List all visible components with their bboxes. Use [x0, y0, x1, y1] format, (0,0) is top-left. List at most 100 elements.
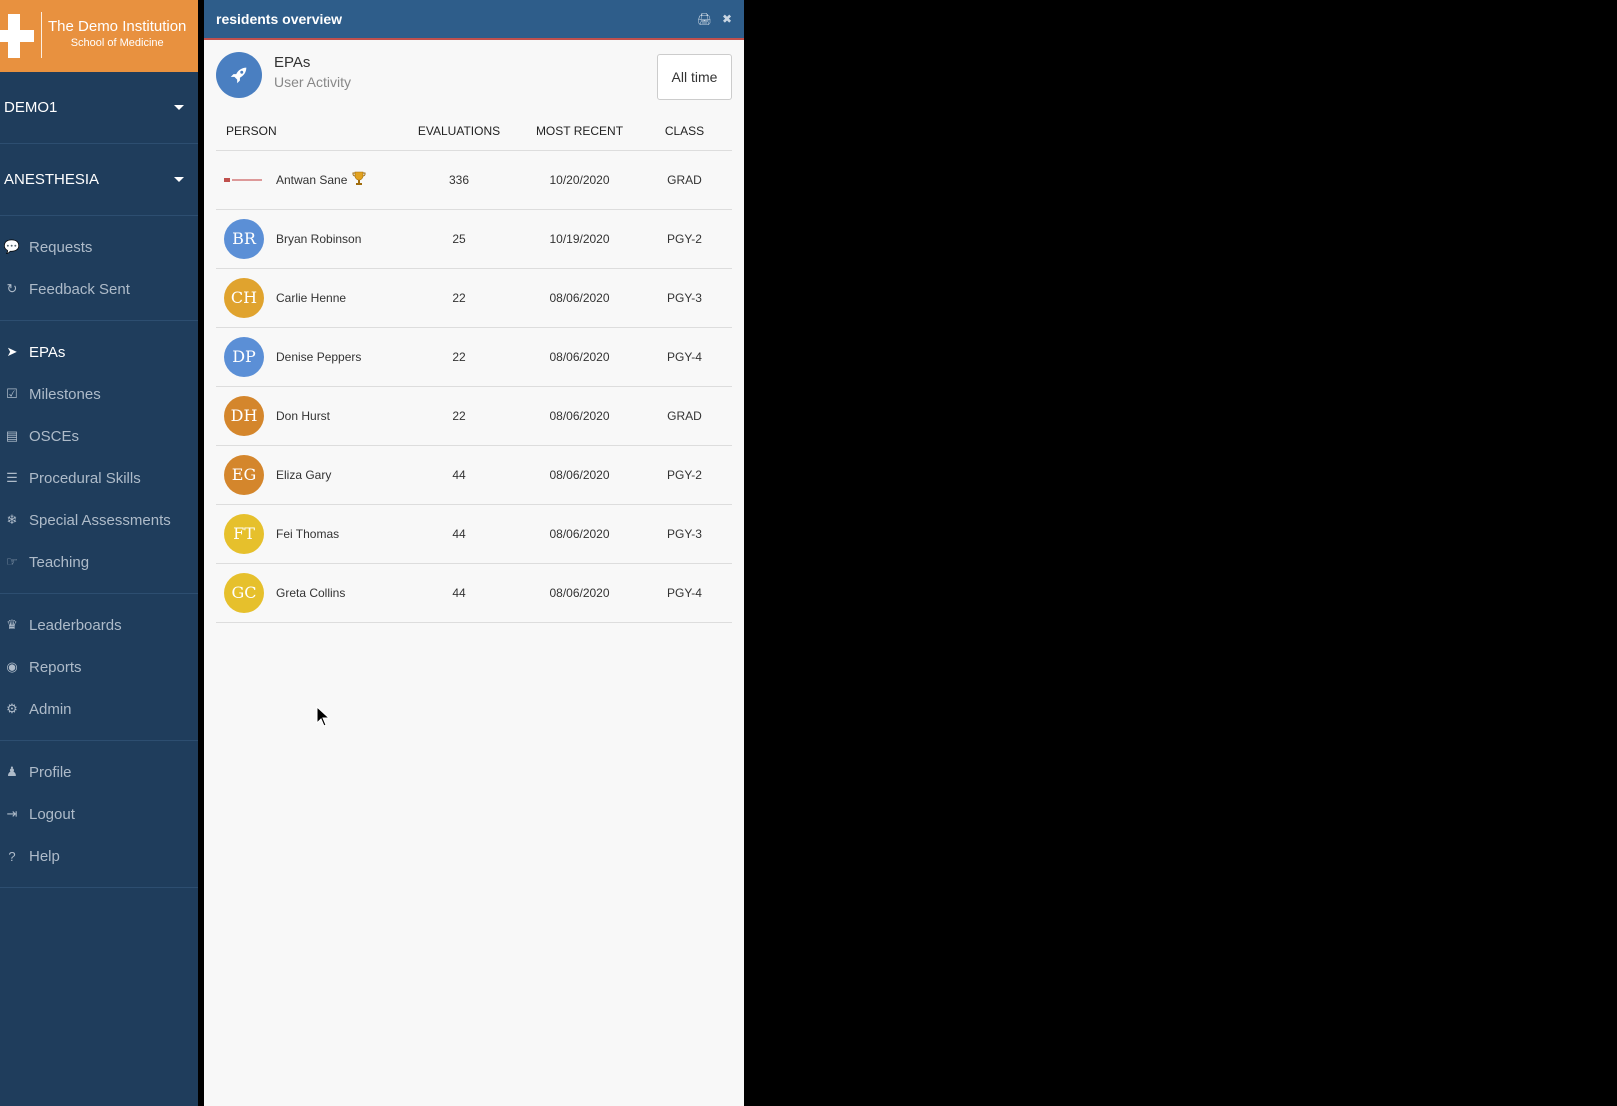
sign-out-icon: ⇥ — [6, 806, 18, 821]
sidebar-item-label: OSCEs — [29, 427, 80, 445]
person-name[interactable]: Eliza Gary — [276, 468, 331, 482]
table-row[interactable]: FT Fei Thomas 44 08/06/2020 PGY-3 — [216, 504, 732, 564]
sidebar-dropdown[interactable]: ANESTHESIA — [0, 144, 198, 216]
sidebar-item-label: EPAs — [29, 343, 66, 361]
hand-pointer-icon: ☞ — [6, 554, 18, 569]
table-row[interactable]: DH Don Hurst 22 08/06/2020 GRAD — [216, 386, 732, 446]
sidebar-item-teaching[interactable]: ☞ Teaching — [0, 541, 198, 583]
trophy-icon — [351, 170, 367, 189]
close-icon[interactable]: ✖ — [722, 12, 732, 26]
panel-title: residents overview — [216, 11, 343, 27]
sidebar-nav-group: ➤ EPAs ☑ Milestones ▤ OSCEs ☰ Procedural Skills… — [0, 321, 198, 594]
class-year: GRAD — [637, 150, 732, 210]
time-filter-button[interactable]: All time — [657, 54, 732, 100]
table-row[interactable]: GC Greta Collins 44 08/06/2020 PGY-4 — [216, 563, 732, 623]
sidebar-dropdown[interactable]: DEMO1 — [0, 72, 198, 144]
section-header: EPAs User Activity All time — [204, 40, 744, 112]
most-recent-date: 10/20/2020 — [522, 150, 637, 210]
person-name[interactable]: Don Hurst — [276, 409, 330, 423]
class-year: GRAD — [637, 386, 732, 446]
history-icon: ↻ — [6, 281, 18, 296]
avatar: DP — [224, 336, 264, 377]
most-recent-date: 08/06/2020 — [522, 327, 637, 387]
sidebar-item-profile[interactable]: ♟ Profile — [0, 751, 198, 793]
sidebar-item-label: Feedback Sent — [29, 280, 130, 298]
column-header-person[interactable]: PERSON — [216, 112, 396, 151]
sidebar-item-admin[interactable]: ⚙ Admin — [0, 688, 198, 730]
brand-name: The Demo Institution — [48, 18, 187, 35]
evaluations-count: 22 — [396, 268, 522, 328]
sidebar-item-leaderboards[interactable]: ♛ Leaderboards — [0, 604, 198, 646]
gear-icon: ⚙ — [6, 701, 18, 716]
class-year: PGY-4 — [637, 327, 732, 387]
person-name[interactable]: Bryan Robinson — [276, 232, 361, 246]
sidebar-nav-group: ♛ Leaderboards ◉ Reports ⚙ Admin — [0, 594, 198, 741]
sidebar-item-osces[interactable]: ▤ OSCEs — [0, 415, 198, 457]
print-icon[interactable]: 🖨 — [697, 12, 712, 26]
sidebar-item-epas[interactable]: ➤ EPAs — [0, 331, 198, 373]
trophy-icon: ♛ — [6, 617, 18, 632]
question-circle-icon: ? — [8, 848, 16, 864]
sidebar-item-label: Teaching — [29, 553, 90, 571]
sidebar-item-label: Special Assessments — [29, 511, 171, 529]
user-icon: ♟ — [6, 764, 18, 779]
caret-down-icon — [174, 177, 184, 182]
sidebar-item-label: Logout — [29, 805, 75, 823]
avatar — [224, 160, 264, 200]
sidebar-nav-group: ♟ Profile ⇥ Logout? Help — [0, 741, 198, 888]
person-name[interactable]: Fei Thomas — [276, 527, 339, 541]
sidebar-item-logout[interactable]: ⇥ Logout — [0, 793, 198, 835]
sidebar-item-label: Help — [29, 847, 60, 865]
sidebar-dropdown-label: ANESTHESIA — [4, 171, 100, 188]
palette-icon: ◉ — [6, 659, 18, 674]
sidebar: The Demo Institution School of Medicine … — [0, 0, 198, 1106]
person-name[interactable]: Denise Peppers — [276, 350, 361, 364]
sidebar-item-label: Leaderboards — [29, 616, 122, 634]
table-row[interactable]: Antwan Sane 336 10/20/2020 GRAD — [216, 150, 732, 210]
most-recent-date: 08/06/2020 — [522, 504, 637, 564]
sidebar-item-help[interactable]: ? Help — [0, 835, 198, 877]
map-icon: ▤ — [5, 428, 19, 443]
table-row[interactable]: DP Denise Peppers 22 08/06/2020 PGY-4 — [216, 327, 732, 387]
sidebar-item-label: Reports — [29, 658, 82, 676]
class-year: PGY-4 — [637, 563, 732, 623]
snowflake-icon: ❄ — [6, 512, 18, 527]
residents-table: PERSON EVALUATIONS MOST RECENT CLASS Ant… — [216, 112, 732, 623]
sidebar-item-reports[interactable]: ◉ Reports — [0, 646, 198, 688]
comments-icon: 💬 — [3, 239, 21, 254]
evaluations-count: 22 — [396, 327, 522, 387]
most-recent-date: 10/19/2020 — [522, 209, 637, 269]
person-name[interactable]: Greta Collins — [276, 586, 345, 600]
sidebar-nav-group: 💬 Requests ↻ Feedback Sent — [0, 216, 198, 321]
column-header-evaluations[interactable]: EVALUATIONS — [396, 112, 522, 151]
evaluations-count: 22 — [396, 386, 522, 446]
avatar: CH — [224, 277, 264, 318]
sidebar-dropdown-label: DEMO1 — [4, 99, 58, 116]
avatar: EG — [224, 454, 264, 495]
rocket-icon: ➤ — [6, 344, 18, 359]
sidebar-item-milestones[interactable]: ☑ Milestones — [0, 373, 198, 415]
sidebar-item-special-assessments[interactable]: ❄ Special Assessments — [0, 499, 198, 541]
sidebar-item-label: Milestones — [29, 385, 101, 403]
column-header-class[interactable]: CLASS — [637, 112, 732, 151]
sidebar-item-feedback-sent[interactable]: ↻ Feedback Sent — [0, 268, 198, 310]
person-name[interactable]: Carlie Henne — [276, 291, 346, 305]
class-year: PGY-3 — [637, 504, 732, 564]
sidebar-item-label: Procedural Skills — [29, 469, 141, 487]
sidebar-item-procedural-skills[interactable]: ☰ Procedural Skills — [0, 457, 198, 499]
person-name[interactable]: Antwan Sane — [276, 173, 347, 187]
institution-logo[interactable]: The Demo Institution School of Medicine — [0, 0, 198, 72]
evaluations-count: 44 — [396, 445, 522, 505]
sidebar-item-label: Requests — [29, 238, 93, 256]
evaluations-count: 44 — [396, 504, 522, 564]
rocket-icon — [216, 52, 262, 98]
evaluations-count: 336 — [396, 150, 522, 210]
sidebar-item-requests[interactable]: 💬 Requests — [0, 226, 198, 268]
column-header-most-recent[interactable]: MOST RECENT — [522, 112, 637, 151]
avatar: BR — [224, 218, 264, 259]
section-subtitle: User Activity — [274, 74, 352, 90]
table-row[interactable]: CH Carlie Henne 22 08/06/2020 PGY-3 — [216, 268, 732, 328]
table-row[interactable]: EG Eliza Gary 44 08/06/2020 PGY-2 — [216, 445, 732, 505]
avatar: FT — [224, 513, 264, 554]
table-row[interactable]: BR Bryan Robinson 25 10/19/2020 PGY-2 — [216, 209, 732, 269]
